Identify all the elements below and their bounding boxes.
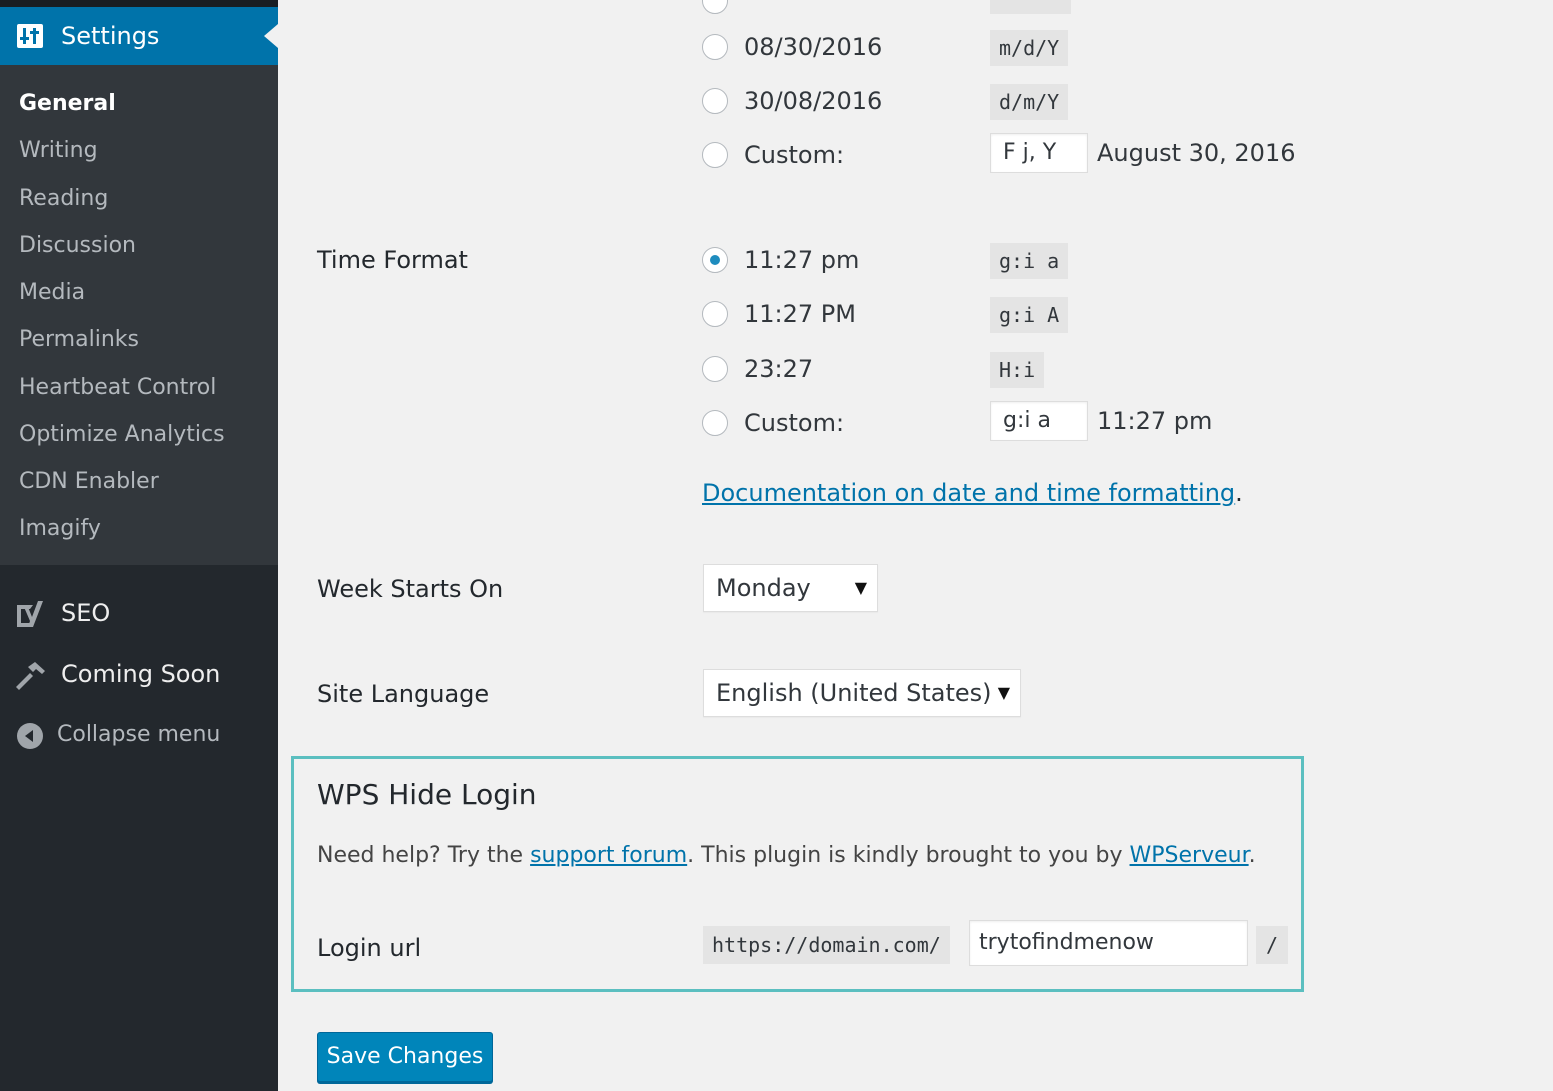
sidebar-item-seo[interactable]: SEO (0, 588, 278, 638)
site-language-label: Site Language (317, 680, 490, 708)
submenu-media[interactable]: Media (19, 278, 85, 308)
submenu-writing[interactable]: Writing (19, 136, 98, 166)
week-starts-label: Week Starts On (317, 575, 504, 603)
submenu-reading[interactable]: Reading (19, 184, 108, 214)
date-format-custom-input[interactable]: F j, Y (990, 133, 1088, 173)
date-format-option-custom: Custom: (744, 141, 845, 169)
time-format-radio-24h[interactable] (702, 356, 728, 382)
settings-sliders-icon (17, 24, 43, 48)
date-format-radio-dmy[interactable] (702, 88, 728, 114)
sidebar-seo-label: SEO (61, 599, 111, 627)
sidebar-item-coming-soon[interactable]: Coming Soon (0, 649, 278, 699)
date-format-code-dmy: d/m/Y (990, 84, 1069, 120)
time-format-option-upper: 11:27 PM (744, 300, 856, 328)
submenu-imagify[interactable]: Imagify (19, 514, 101, 544)
login-url-label: Login url (317, 934, 422, 962)
login-url-suffix: / (1256, 926, 1288, 964)
wps-help-middle: . This plugin is kindly brought to you b… (687, 843, 1130, 868)
sidebar-item-settings[interactable]: Settings (0, 7, 278, 65)
site-language-caret-icon: ▼ (997, 683, 1010, 702)
collapse-menu-button[interactable]: Collapse menu (0, 716, 278, 756)
week-starts-select[interactable]: Monday ▼ (703, 564, 878, 612)
submenu-discussion[interactable]: Discussion (19, 231, 136, 261)
login-url-prefix: https://domain.com/ (703, 926, 950, 964)
wps-help-suffix: . (1248, 843, 1256, 868)
collapse-arrow-icon (17, 723, 43, 749)
hammer-icon (16, 662, 45, 690)
doc-link-row: Documentation on date and time formattin… (702, 478, 1243, 508)
wps-help-prefix: Need help? Try the (317, 843, 531, 868)
time-format-code-lower: g:i a (990, 243, 1069, 279)
save-changes-button[interactable]: Save Changes (317, 1032, 493, 1082)
sidebar-top-strip (0, 0, 278, 7)
date-format-radio-hidden[interactable] (702, 0, 728, 14)
date-time-doc-link[interactable]: Documentation on date and time formattin… (702, 479, 1235, 507)
week-starts-value: Monday (716, 574, 811, 602)
wps-hide-login-section: WPS Hide Login Need help? Try the suppor… (291, 756, 1304, 992)
week-starts-caret-icon: ▼ (854, 578, 867, 597)
time-format-option-24h: 23:27 (744, 355, 814, 383)
time-format-code-24h: H:i (990, 352, 1045, 388)
sidebar-coming-soon-label: Coming Soon (61, 660, 221, 688)
time-format-preview: 11:27 pm (1097, 407, 1213, 435)
time-format-radio-custom[interactable] (702, 410, 728, 436)
submenu-optimize-analytics[interactable]: Optimize Analytics (19, 420, 225, 450)
current-menu-pointer (264, 24, 278, 48)
wps-help-text: Need help? Try the support forum. This p… (317, 841, 1256, 871)
date-format-option-dmy: 30/08/2016 (744, 87, 883, 115)
submenu-general[interactable]: General (19, 89, 116, 119)
wpserveur-link[interactable]: WPServeur (1130, 843, 1249, 868)
date-format-radio-custom[interactable] (702, 142, 728, 168)
sidebar-settings-label: Settings (61, 22, 160, 50)
site-language-select[interactable]: English (United States) ▼ (703, 669, 1021, 717)
collapse-menu-label: Collapse menu (57, 722, 221, 747)
support-forum-link[interactable]: support forum (530, 843, 687, 868)
date-format-radio-mdy[interactable] (702, 34, 728, 60)
date-format-preview: August 30, 2016 (1097, 139, 1296, 167)
date-format-code-hidden (990, 0, 1071, 14)
submenu-permalinks[interactable]: Permalinks (19, 325, 139, 355)
submenu-heartbeat-control[interactable]: Heartbeat Control (19, 373, 216, 403)
submenu-cdn-enabler[interactable]: CDN Enabler (19, 467, 159, 497)
time-format-option-lower: 11:27 pm (744, 246, 860, 274)
date-format-code-mdy: m/d/Y (990, 30, 1069, 66)
doc-link-suffix: . (1235, 479, 1243, 507)
time-format-radio-lower[interactable] (702, 247, 728, 273)
wps-section-title: WPS Hide Login (317, 778, 537, 811)
yoast-seo-icon (17, 601, 43, 627)
time-format-custom-input[interactable]: g:i a (990, 401, 1088, 441)
time-format-code-upper: g:i A (990, 297, 1069, 333)
login-url-input[interactable]: trytofindmenow (969, 920, 1248, 966)
time-format-label: Time Format (317, 246, 468, 274)
admin-sidebar: Settings General Writing Reading Discuss… (0, 0, 278, 1091)
time-format-option-custom: Custom: (744, 409, 845, 437)
settings-submenu: General Writing Reading Discussion Media… (0, 65, 278, 565)
date-format-option-mdy: 08/30/2016 (744, 33, 883, 61)
site-language-value: English (United States) (716, 679, 992, 707)
time-format-radio-upper[interactable] (702, 301, 728, 327)
